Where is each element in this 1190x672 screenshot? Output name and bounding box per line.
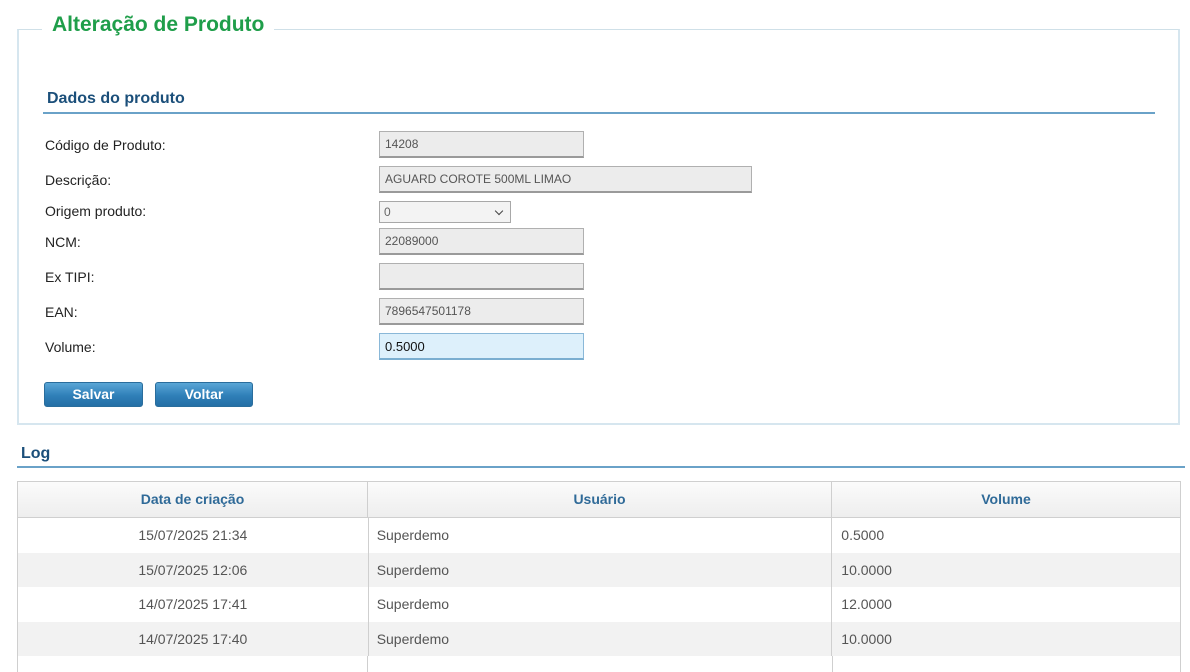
cell-user: Superdemo: [369, 518, 833, 553]
descricao-label: Descrição:: [45, 172, 112, 188]
cell-volume: 10.0000: [841, 630, 892, 647]
cell-volume: 0.5000: [841, 527, 885, 543]
volume-field[interactable]: 0.5000: [379, 333, 584, 360]
log-title: Log: [21, 445, 51, 462]
page-title: Alteração de Produto: [42, 12, 275, 38]
ncm-label: NCM:: [45, 234, 81, 250]
codigo-label: Código de Produto:: [45, 137, 166, 153]
column-header-user[interactable]: Usuário: [368, 482, 832, 517]
ncm-field[interactable]: 22089000: [379, 228, 584, 255]
table-row[interactable]: 14/07/2025 17:40 Superdemo 10.0000: [18, 621, 1180, 656]
origem-label: Origem produto:: [45, 203, 147, 219]
cell-user: Superdemo: [369, 552, 833, 587]
ean-field[interactable]: 7896547501178: [379, 298, 584, 325]
origem-select-value: 0: [384, 205, 391, 219]
cell-date: 15/07/2025 12:06: [18, 552, 369, 587]
codigo-field[interactable]: 14208: [379, 131, 584, 158]
ean-label: EAN:: [45, 304, 78, 320]
save-button[interactable]: Salvar: [44, 382, 143, 407]
cell-date: 14/07/2025 17:40: [18, 621, 369, 656]
cell-user: Superdemo: [369, 621, 833, 656]
ex-tipi-field[interactable]: [379, 263, 584, 290]
cell-volume: 12.0000: [841, 596, 892, 612]
chevron-down-icon: [494, 206, 504, 216]
log-table: Data de criação Usuário Volume 15/07/202…: [17, 481, 1181, 672]
section-title: Dados do produto: [47, 90, 185, 107]
log-divider: [17, 466, 1185, 468]
log-table-header: Data de criação Usuário Volume: [18, 482, 1180, 518]
ex-tipi-label: Ex TIPI:: [45, 269, 95, 285]
section-divider: [43, 112, 1155, 114]
cell-volume: 10.0000: [841, 561, 892, 578]
table-row[interactable]: 15/07/2025 21:34 Superdemo 0.5000: [18, 518, 1180, 553]
descricao-field[interactable]: AGUARD COROTE 500ML LIMAO: [379, 166, 752, 193]
cell-date: 14/07/2025 17:41: [18, 587, 369, 622]
column-header-date[interactable]: Data de criação: [18, 482, 368, 517]
cell-date: 15/07/2025 21:34: [18, 518, 369, 553]
product-edit-panel: [17, 29, 1180, 425]
column-header-volume[interactable]: Volume: [832, 482, 1180, 517]
origem-select[interactable]: 0: [379, 201, 511, 223]
table-row[interactable]: 15/07/2025 12:06 Superdemo 10.0000: [18, 552, 1180, 587]
cell-user: Superdemo: [369, 587, 833, 622]
back-button[interactable]: Voltar: [155, 382, 253, 407]
volume-label: Volume:: [45, 339, 96, 355]
table-row[interactable]: 14/07/2025 17:41 Superdemo 12.0000: [18, 587, 1180, 622]
